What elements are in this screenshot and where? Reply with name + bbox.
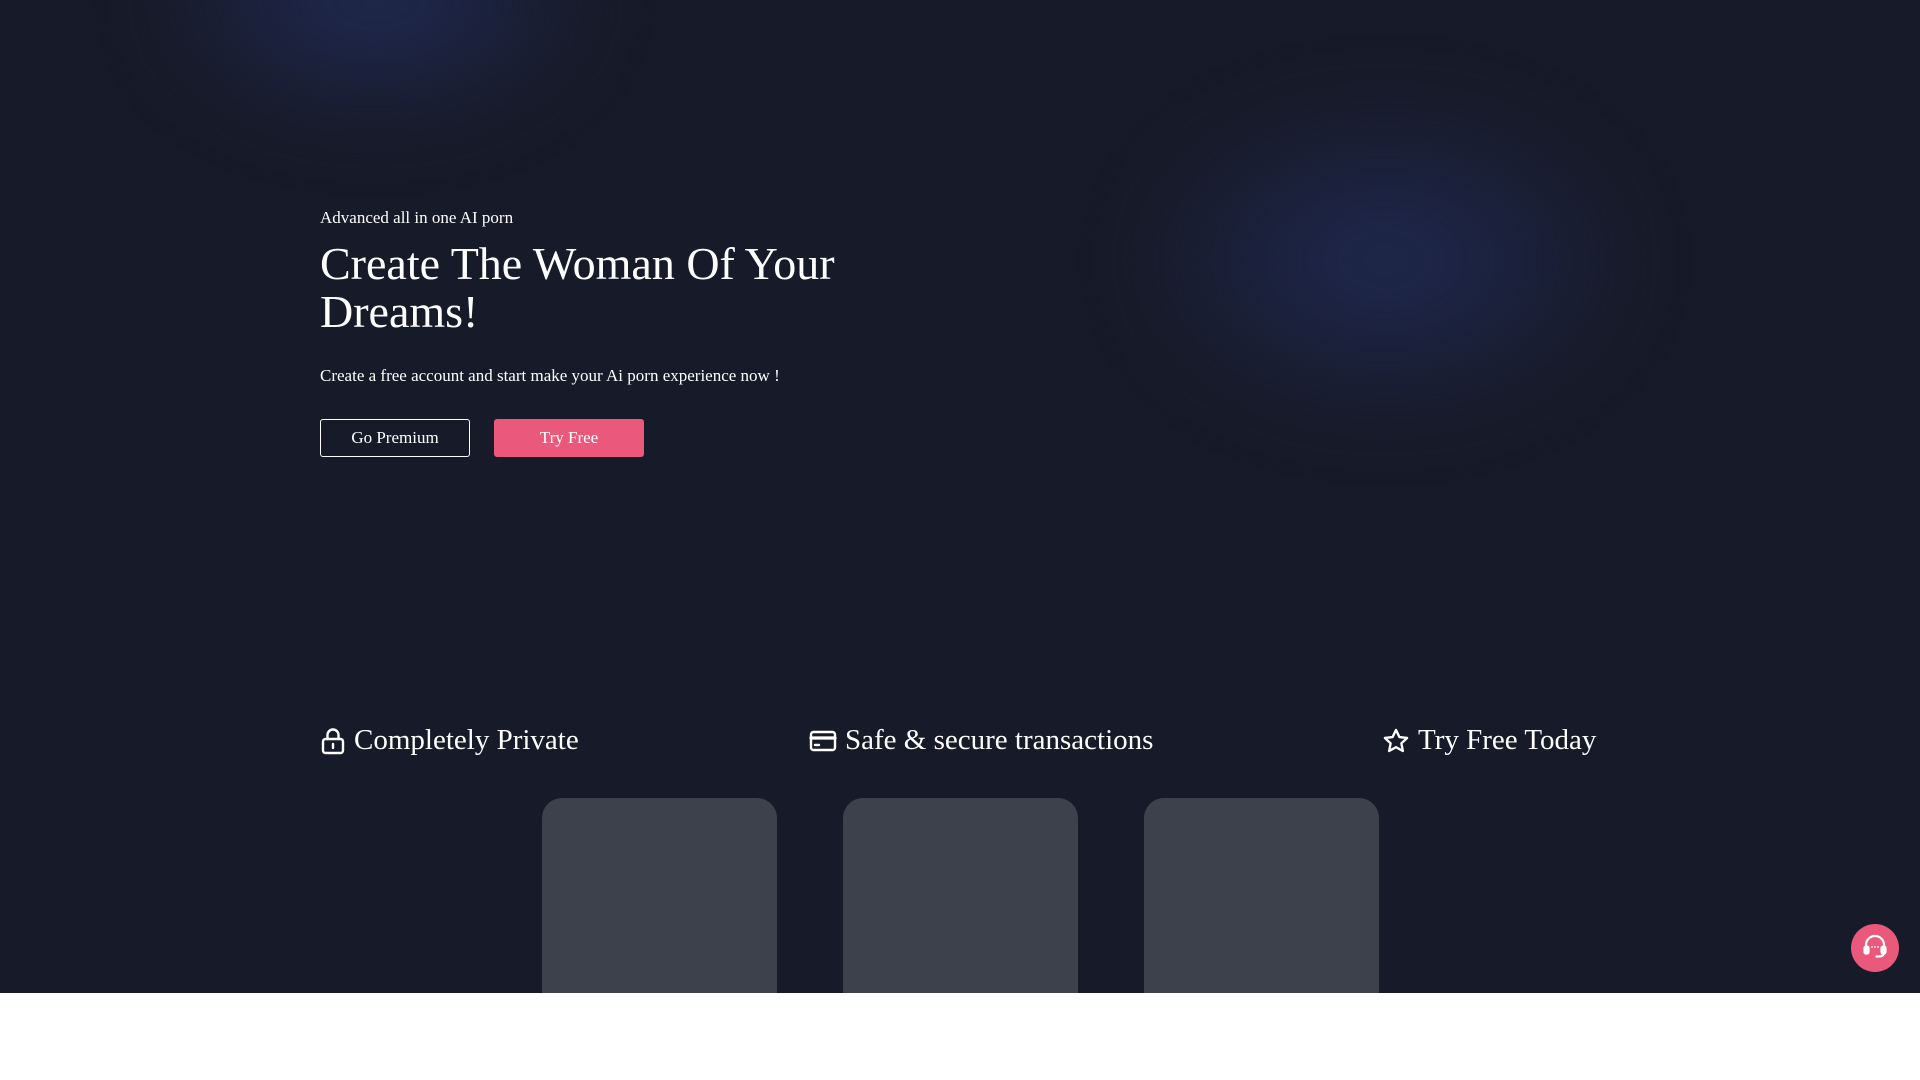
gallery-card-placeholder: [843, 798, 1078, 993]
feature-strip: Completely Private Safe & secure transac…: [320, 724, 1600, 764]
feature-private: Completely Private: [320, 724, 579, 757]
hero-title: Create The Woman Of Your Dreams!: [320, 238, 835, 337]
try-free-button[interactable]: Try Free: [494, 419, 644, 457]
star-icon: [1382, 727, 1410, 755]
feature-try-free-label: Try Free Today: [1418, 724, 1597, 756]
feature-secure-label: Safe & secure transactions: [845, 724, 1154, 756]
feature-secure-transactions: Safe & secure transactions: [809, 724, 1153, 757]
gallery-card-placeholder: [542, 798, 777, 993]
support-chat-button[interactable]: [1851, 924, 1899, 972]
go-premium-button[interactable]: Go Premium: [320, 419, 470, 457]
lock-icon: [320, 727, 346, 755]
headset-icon: [1861, 932, 1889, 965]
credit-card-icon: [809, 729, 837, 753]
feature-try-free: Try Free Today: [1382, 724, 1596, 757]
hero-section: Advanced all in one AI porn Create The W…: [320, 206, 880, 457]
page-viewport: Advanced all in one AI porn Create The W…: [0, 0, 1920, 993]
background-glow-left: [165, 0, 585, 120]
hero-subtitle: Create a free account and start make you…: [320, 366, 780, 385]
hero-button-row: Go Premium Try Free: [320, 419, 880, 457]
gallery-card-placeholder: [1144, 798, 1379, 993]
hero-eyebrow: Advanced all in one AI porn: [320, 208, 514, 227]
feature-private-label: Completely Private: [354, 724, 579, 756]
background-glow-right: [1150, 110, 1620, 410]
